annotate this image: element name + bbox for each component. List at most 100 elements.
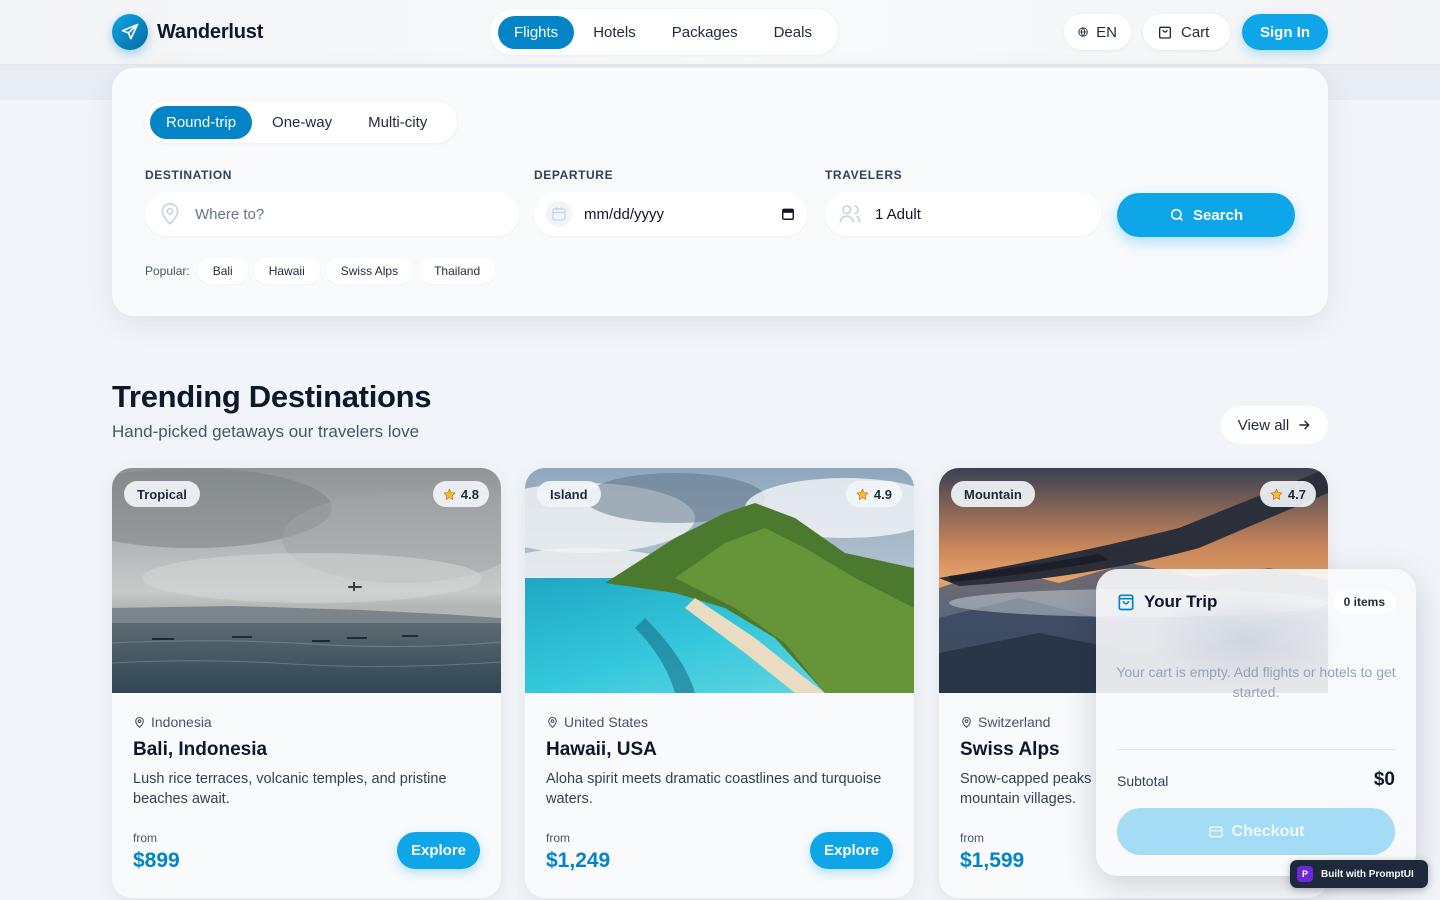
price-value: $1,599 — [960, 849, 1025, 872]
divider — [1116, 749, 1396, 750]
language-label: EN — [1096, 23, 1117, 41]
location-row: United States — [546, 714, 648, 730]
destination-card[interactable]: Tropical 4.8 Indonesia Bali, Indonesia L… — [112, 468, 501, 898]
tab-multi-city[interactable]: Multi-city — [352, 106, 443, 139]
promptui-logo-icon: P — [1297, 866, 1313, 882]
search-icon — [1170, 208, 1183, 221]
section-subtitle: Hand-picked getaways our travelers love — [112, 422, 420, 441]
destination-placeholder: Where to? — [195, 205, 265, 223]
star-icon — [443, 487, 456, 500]
search-panel: Round-trip One-way Multi-city DESTINATIO… — [112, 68, 1328, 316]
shopping-bag-icon — [1159, 26, 1171, 39]
price-from-label: from — [546, 831, 570, 845]
sign-in-button[interactable]: Sign In — [1242, 14, 1328, 50]
checkout-label: Checkout — [1231, 822, 1305, 840]
cart-button[interactable]: Cart — [1143, 14, 1230, 50]
destination-field[interactable]: Where to? — [145, 192, 519, 236]
built-with-badge[interactable]: P Built with PromptUI — [1290, 860, 1428, 888]
explore-button[interactable]: Explore — [397, 832, 480, 869]
destination-label: DESTINATION — [145, 168, 233, 182]
language-button[interactable]: EN — [1064, 14, 1131, 50]
country-label: Switzerland — [978, 714, 1051, 730]
price-value: $1,249 — [546, 849, 611, 872]
tab-one-way[interactable]: One-way — [256, 106, 348, 139]
calendar-icon — [546, 201, 572, 227]
nav-deals[interactable]: Deals — [757, 16, 829, 49]
star-icon — [1270, 487, 1283, 500]
cart-label: Cart — [1181, 23, 1210, 41]
popular-chip-swiss-alps[interactable]: Swiss Alps — [325, 258, 414, 284]
star-icon — [856, 487, 869, 500]
globe-icon — [1078, 27, 1088, 37]
tab-round-trip[interactable]: Round-trip — [150, 105, 253, 139]
rating-value: 4.7 — [1287, 486, 1306, 502]
checkout-button[interactable]: Checkout — [1117, 808, 1395, 855]
popular-chip-thailand[interactable]: Thailand — [419, 258, 496, 284]
view-all-button[interactable]: View all — [1221, 406, 1328, 444]
nav-packages[interactable]: Packages — [655, 16, 755, 49]
map-pin-icon — [135, 716, 144, 728]
cart-title: Your Trip — [1144, 592, 1218, 611]
price-from-label: from — [133, 831, 157, 845]
nav-hotels[interactable]: Hotels — [576, 16, 653, 49]
departure-value: mm/dd/yyyy — [584, 205, 665, 223]
country-label: United States — [564, 714, 649, 730]
credit-card-icon — [1208, 826, 1223, 837]
rating-value: 4.9 — [873, 486, 892, 502]
date-picker-icon[interactable] — [781, 207, 795, 221]
subtotal-label: Subtotal — [1117, 773, 1169, 789]
country-label: Indonesia — [151, 714, 212, 730]
popular-chip-bali[interactable]: Bali — [197, 258, 248, 284]
explore-button[interactable]: Explore — [810, 832, 893, 869]
view-all-label: View all — [1237, 416, 1290, 434]
subtotal-value: $0 — [1373, 769, 1395, 790]
users-icon — [839, 205, 861, 223]
departure-label: DEPARTURE — [534, 168, 614, 182]
airplane-icon — [112, 14, 148, 50]
travelers-value: 1 Adult — [875, 205, 921, 223]
trip-type-tabs: Round-trip One-way Multi-city — [145, 101, 457, 143]
shopping-bag-icon — [1118, 594, 1134, 611]
destination-title: Swiss Alps — [960, 739, 1060, 760]
category-tag: Island — [537, 481, 601, 507]
search-button-label: Search — [1192, 206, 1244, 224]
location-row: Switzerland — [960, 714, 1050, 730]
destination-description: Snow-capped peaks mountain villages. — [960, 771, 1092, 807]
map-pin-icon — [548, 716, 557, 728]
category-tag: Tropical — [124, 481, 200, 507]
location-row: Indonesia — [133, 714, 212, 730]
destination-description: Lush rice terraces, volcanic temples, an… — [133, 771, 447, 807]
search-button[interactable]: Search — [1117, 193, 1295, 237]
rating-badge: 4.9 — [845, 481, 902, 507]
popular-destinations: Popular: Bali Hawaii Swiss Alps Thailand — [145, 258, 496, 284]
departure-date-field[interactable]: mm/dd/yyyy — [534, 192, 807, 236]
destination-title: Bali, Indonesia — [133, 739, 268, 760]
rating-badge: 4.7 — [1259, 481, 1316, 507]
rating-badge: 4.8 — [432, 481, 489, 507]
destination-card[interactable]: Island 4.9 United States Hawaii, USA Alo… — [525, 468, 914, 898]
brand-name: Wanderlust — [157, 20, 264, 43]
built-with-label: Built with PromptUI — [1321, 868, 1414, 880]
cart-header: Your Trip — [1116, 592, 1217, 612]
top-header: Wanderlust Flights Hotels Packages Deals… — [0, 0, 1440, 66]
brand-logo[interactable]: Wanderlust — [112, 14, 263, 50]
category-tag: Mountain — [951, 481, 1035, 507]
rating-value: 4.8 — [460, 486, 479, 502]
travelers-label: TRAVELERS — [825, 168, 903, 182]
destination-title: Hawaii, USA — [546, 739, 657, 760]
popular-chip-hawaii[interactable]: Hawaii — [253, 258, 320, 284]
destination-description: Aloha spirit meets dramatic coastlines a… — [546, 771, 882, 807]
cart-panel: Your Trip 0 items Your cart is empty. Ad… — [1096, 569, 1416, 876]
main-nav: Flights Hotels Packages Deals — [490, 9, 838, 55]
cart-empty-message: Your cart is empty. Add flights or hotel… — [1116, 664, 1396, 700]
nav-flights[interactable]: Flights — [498, 15, 575, 49]
map-pin-icon — [962, 716, 971, 728]
cart-items-badge: 0 items — [1332, 591, 1396, 613]
travelers-field[interactable]: 1 Adult — [825, 192, 1101, 236]
map-pin-icon — [161, 202, 179, 225]
popular-label: Popular: — [145, 264, 190, 278]
price-from-label: from — [960, 831, 984, 845]
arrow-right-icon — [1299, 420, 1310, 430]
price-value: $899 — [133, 849, 180, 872]
section-title: Trending Destinations — [112, 379, 432, 414]
